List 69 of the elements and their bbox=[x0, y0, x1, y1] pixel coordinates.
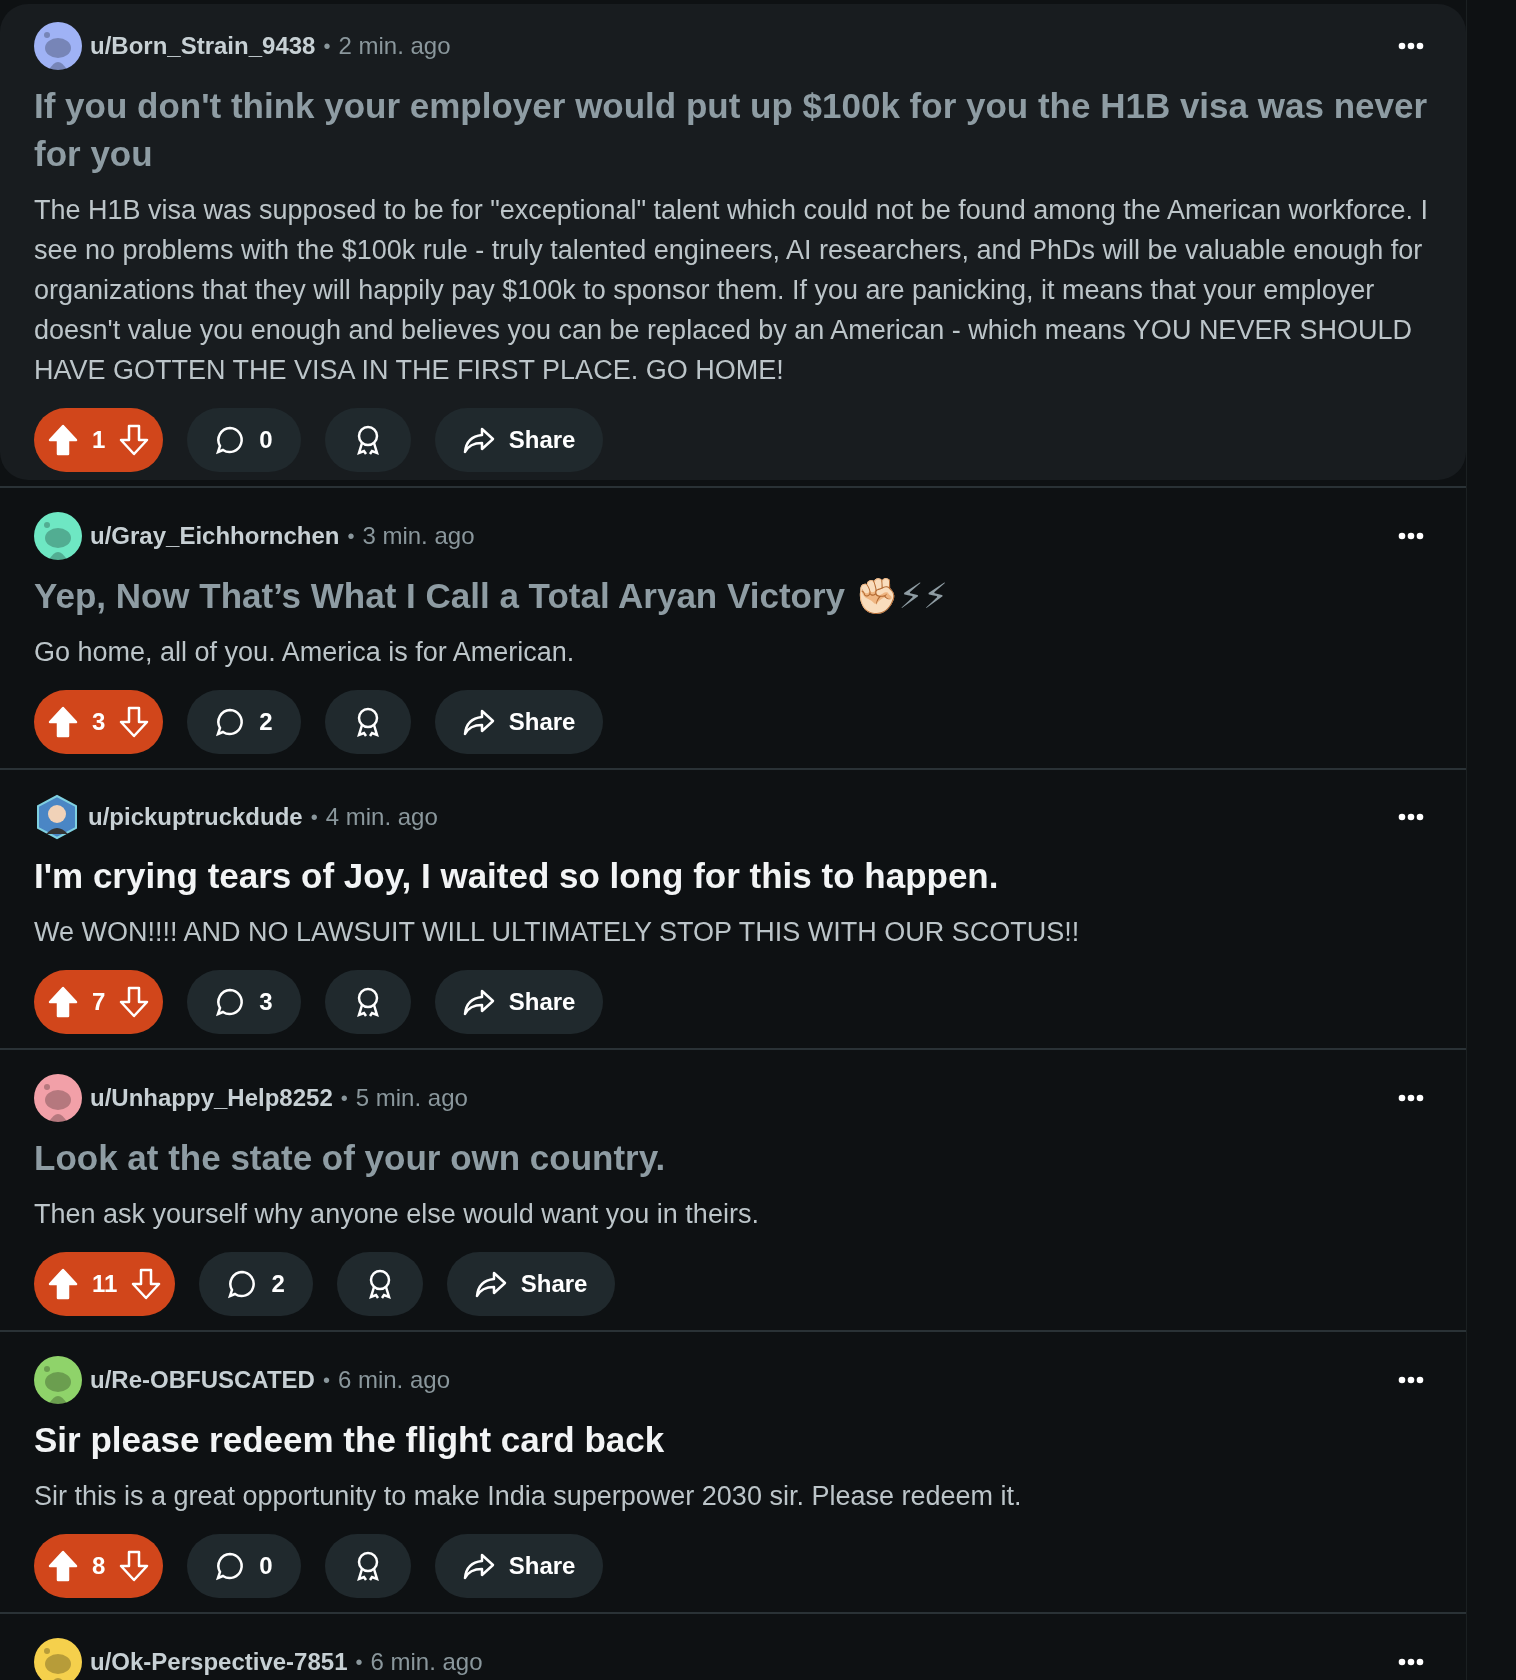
comments-button[interactable]: 0 bbox=[187, 1534, 301, 1598]
upvote-icon[interactable] bbox=[48, 1550, 78, 1582]
more-options-icon[interactable] bbox=[1398, 1658, 1424, 1666]
vote-score: 3 bbox=[92, 708, 106, 736]
post-time: 6 min. ago bbox=[370, 1648, 483, 1676]
downvote-icon[interactable] bbox=[131, 1268, 162, 1300]
post-body: Sir this is a great opportunity to make India superpower 2030 sir. Please redeem it. bbox=[34, 1480, 1023, 1513]
upvote-icon[interactable] bbox=[48, 706, 78, 738]
username-link[interactable]: u/Unhappy_Help8252 bbox=[90, 1084, 333, 1112]
vote-score: 11 bbox=[92, 1270, 118, 1298]
share-button[interactable]: Share bbox=[434, 1534, 604, 1598]
username-link[interactable]: u/Ok-Perspective-7851 bbox=[90, 1648, 348, 1676]
post-time: 6 min. ago bbox=[337, 1366, 450, 1394]
post-time: 5 min. ago bbox=[355, 1084, 468, 1112]
downvote-icon[interactable] bbox=[119, 424, 150, 456]
more-options-icon[interactable] bbox=[1398, 532, 1424, 540]
comments-button[interactable]: 2 bbox=[187, 690, 301, 754]
post-title[interactable]: Look at the state of your own country. bbox=[34, 1134, 1432, 1182]
vote-score: 8 bbox=[92, 1552, 106, 1580]
username-link[interactable]: u/Re-OBFUSCATED bbox=[90, 1366, 315, 1394]
username-link[interactable]: u/pickuptruckdude bbox=[88, 803, 303, 831]
comment-icon bbox=[215, 425, 246, 455]
upvote-icon[interactable] bbox=[48, 1268, 78, 1300]
separator-dot: • bbox=[355, 1650, 363, 1674]
separator-dot: • bbox=[347, 524, 355, 548]
share-button[interactable]: Share bbox=[434, 970, 604, 1034]
comment-icon bbox=[215, 987, 246, 1017]
share-icon bbox=[462, 988, 495, 1016]
comments-button[interactable]: 2 bbox=[199, 1252, 313, 1316]
more-options-icon[interactable] bbox=[1398, 813, 1424, 821]
post-time: 3 min. ago bbox=[362, 522, 475, 550]
downvote-icon[interactable] bbox=[119, 1550, 150, 1582]
post-title[interactable]: If you don't think your employer would put up $100k for you the H1B visa was never for you bbox=[34, 82, 1432, 178]
username-link[interactable]: u/Gray_Eichhornchen bbox=[90, 522, 340, 550]
comments-button[interactable]: 3 bbox=[187, 970, 301, 1034]
share-button[interactable]: Share bbox=[446, 1252, 616, 1316]
post-title[interactable]: Sir please redeem the flight card back bbox=[34, 1416, 1432, 1464]
more-options-icon[interactable] bbox=[1398, 42, 1424, 50]
post-time: 4 min. ago bbox=[325, 803, 438, 831]
share-button[interactable]: Share bbox=[434, 408, 604, 472]
vote-score: 7 bbox=[92, 988, 106, 1016]
more-options-icon[interactable] bbox=[1398, 1376, 1424, 1384]
post-body: The H1B visa was supposed to be for "exceptional" talent which could not be found among the American workforce. I see no problems with the $100k rule - truly talented engineers, AI researchers, and PhDs will be valuable enough for organizations that they will happily pay $100k to sponsor them. If you are panicking, it means that your employer doesn't value you enough and believes you can be replaced by an American - which means YOU NEVER SHOULD HAVE GOTTEN THE VISA IN THE FIRST PLACE. GO HOME! bbox=[34, 194, 1429, 387]
comments-button[interactable]: 0 bbox=[187, 408, 301, 472]
comment-icon bbox=[227, 1269, 258, 1299]
share-icon bbox=[462, 1552, 495, 1580]
share-button[interactable]: Share bbox=[434, 690, 604, 754]
share-icon bbox=[474, 1270, 507, 1298]
separator-dot: • bbox=[323, 34, 331, 58]
downvote-icon[interactable] bbox=[119, 706, 150, 738]
vote-score: 1 bbox=[92, 426, 106, 454]
more-options-icon[interactable] bbox=[1398, 1094, 1424, 1102]
separator-dot: • bbox=[322, 1368, 330, 1392]
upvote-icon[interactable] bbox=[48, 424, 78, 456]
comment-icon bbox=[215, 707, 246, 737]
post-body: Then ask yourself why anyone else would want you in theirs. bbox=[34, 1198, 760, 1231]
separator-dot: • bbox=[340, 1086, 348, 1110]
post-title[interactable]: I'm crying tears of Joy, I waited so long for this to happen. bbox=[34, 852, 1432, 900]
share-icon bbox=[462, 708, 495, 736]
downvote-icon[interactable] bbox=[119, 986, 150, 1018]
post-title[interactable]: Yep, Now That’s What I Call a Total Aryan Victory ✊🏻⚡⚡ bbox=[34, 572, 1432, 620]
post-body: We WON!!!! AND NO LAWSUIT WILL ULTIMATELY STOP THIS WITH OUR SCOTUS!! bbox=[34, 916, 1081, 949]
share-icon bbox=[462, 426, 495, 454]
post-body: Go home, all of you. America is for American. bbox=[34, 636, 576, 669]
comment-icon bbox=[215, 1551, 246, 1581]
username-link[interactable]: u/Born_Strain_9438 bbox=[90, 32, 316, 60]
upvote-icon[interactable] bbox=[48, 986, 78, 1018]
separator-dot: • bbox=[310, 805, 318, 829]
post-time: 2 min. ago bbox=[338, 32, 451, 60]
